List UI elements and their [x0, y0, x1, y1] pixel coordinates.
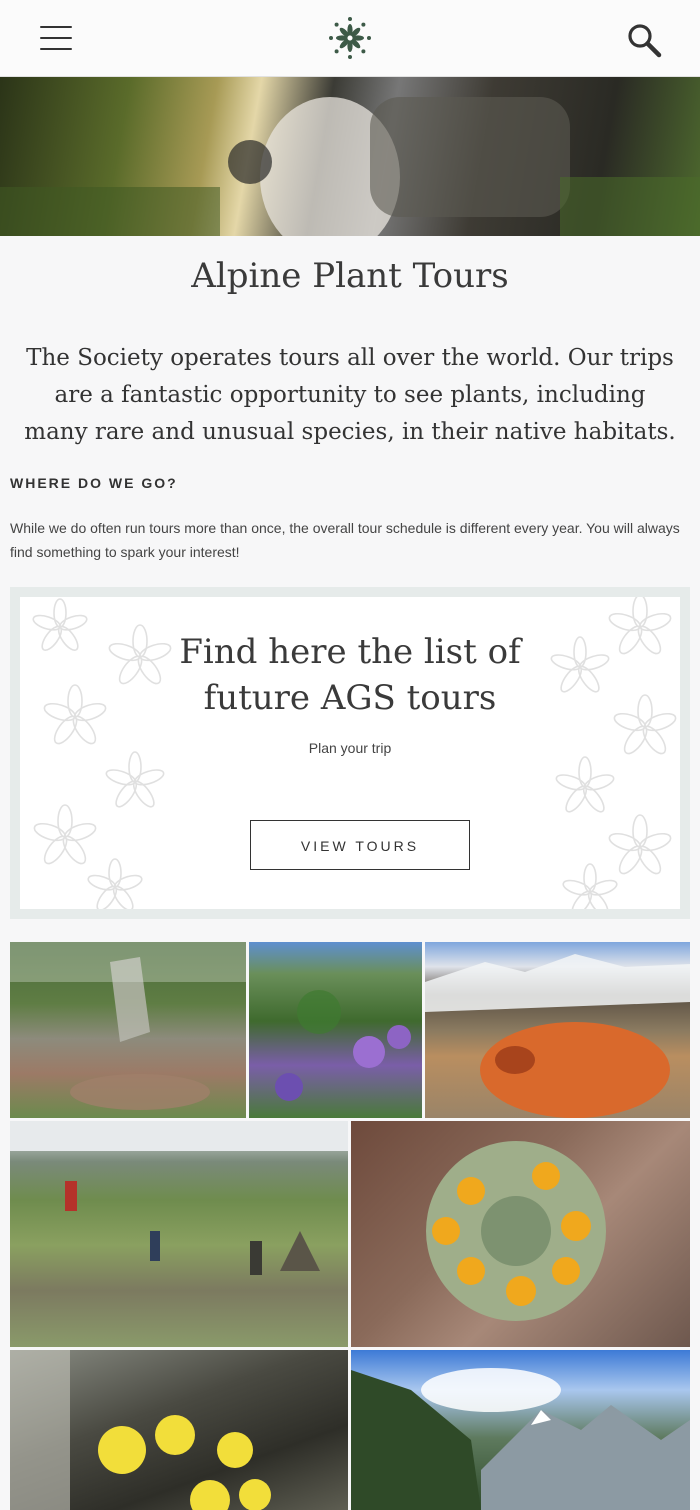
- gallery-photo-garden-waterfall[interactable]: [10, 942, 246, 1118]
- site-header: [0, 0, 700, 77]
- gallery-photo-yellow-rosette-flower[interactable]: [351, 1121, 690, 1347]
- promo-title: Find here the list of future AGS tours: [20, 629, 680, 721]
- page-title: Alpine Plant Tours: [191, 256, 509, 296]
- gallery-photo-mountain-forest[interactable]: [351, 1350, 690, 1510]
- promo-title-line2: future AGS tours: [203, 678, 497, 718]
- promo-subtitle: Plan your trip: [308, 740, 392, 756]
- intro-text: The Society operates tours all over the …: [24, 345, 676, 445]
- tours-promo-box: Find here the list of future AGS tours P…: [10, 587, 690, 919]
- gallery-photo-group-hiking[interactable]: [10, 1121, 348, 1347]
- hero-image: [0, 77, 700, 236]
- promo-title-line1: Find here the list of: [179, 632, 521, 672]
- gallery-photo-yellow-buttercups[interactable]: [10, 1350, 348, 1510]
- gallery-photo-orange-cushion-plant[interactable]: [425, 942, 690, 1118]
- section-text: While we do often run tours more than on…: [10, 520, 680, 560]
- hamburger-menu-icon[interactable]: [40, 26, 72, 50]
- view-tours-button[interactable]: VIEW TOURS: [250, 820, 470, 870]
- search-icon[interactable]: [626, 22, 662, 58]
- section-heading: WHERE DO WE GO?: [10, 475, 178, 491]
- gallery-photo-alliums[interactable]: [249, 942, 422, 1118]
- promo-inner: Find here the list of future AGS tours P…: [20, 597, 680, 909]
- flower-logo-icon[interactable]: [326, 10, 374, 66]
